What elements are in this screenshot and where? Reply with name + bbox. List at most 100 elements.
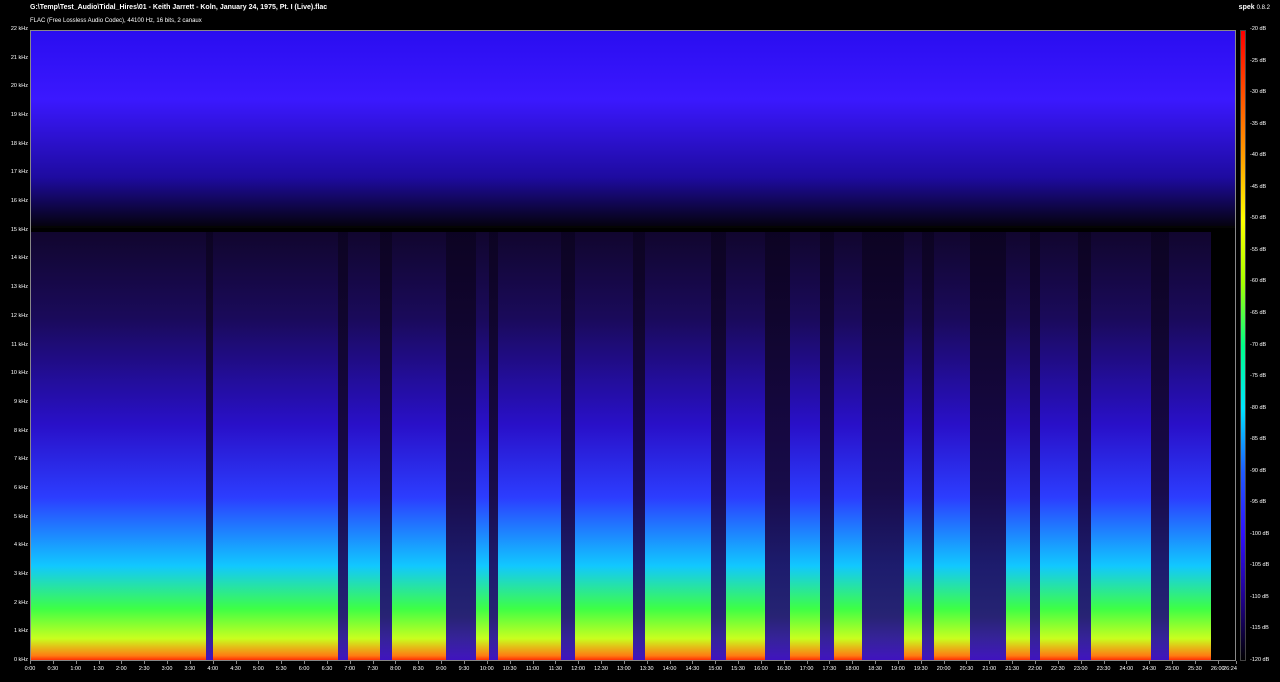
db-label: -30 dB xyxy=(1250,89,1267,96)
time-label: 16:30 xyxy=(776,666,791,672)
quiet-band xyxy=(861,232,904,660)
time-tick xyxy=(212,661,214,664)
time-label: 25:30 xyxy=(1187,666,1202,672)
db-label: -75 dB xyxy=(1250,373,1267,380)
app-brand: spek 0.8.2 xyxy=(1239,4,1270,11)
frequency-label: 1 kHz xyxy=(13,628,28,635)
frequency-label: 2 kHz xyxy=(13,599,28,606)
spectrogram-plot[interactable] xyxy=(30,30,1236,661)
quiet-band xyxy=(560,232,576,660)
frequency-label: 21 kHz xyxy=(10,54,28,61)
db-label: -115 dB xyxy=(1250,625,1269,632)
app-name: spek xyxy=(1238,4,1255,11)
time-label: 1:30 xyxy=(93,666,104,672)
time-tick xyxy=(1035,661,1036,664)
time-tick xyxy=(52,661,54,664)
time-label: 11:30 xyxy=(548,666,563,672)
time-label: 13:30 xyxy=(639,666,654,672)
time-label: 9:00 xyxy=(435,666,447,672)
time-tick xyxy=(281,661,283,664)
time-label: 9:30 xyxy=(458,666,470,672)
time-label: 19:00 xyxy=(891,666,905,672)
time-tick xyxy=(989,661,991,664)
quiet-band xyxy=(1150,232,1169,660)
time-label: 4:00 xyxy=(207,666,219,672)
frequency-label: 7 kHz xyxy=(13,456,28,463)
time-tick xyxy=(1217,661,1219,664)
time-label: 5:30 xyxy=(275,666,287,672)
time-label: 23:00 xyxy=(1073,666,1088,672)
time-label: 21:30 xyxy=(1005,666,1020,672)
quiet-band xyxy=(488,232,499,660)
time-tick xyxy=(532,661,534,664)
time-label: 15:30 xyxy=(731,666,745,672)
stream-info: FLAC (Free Lossless Audio Codec), 44100 … xyxy=(30,18,202,24)
frequency-label: 17 kHz xyxy=(10,169,28,176)
frequency-label: 8 kHz xyxy=(13,427,28,434)
time-tick xyxy=(509,661,511,664)
time-label: 8:30 xyxy=(412,666,424,672)
frequency-label: 11 kHz xyxy=(11,341,28,348)
time-label: 18:00 xyxy=(845,666,860,672)
time-label: 16:00 xyxy=(754,666,768,672)
time-label: 14:00 xyxy=(662,666,677,672)
time-label: 20:00 xyxy=(936,666,951,672)
db-label: -90 dB xyxy=(1250,467,1267,474)
time-tick xyxy=(623,661,625,664)
quiet-band xyxy=(765,232,790,660)
quiet-band xyxy=(711,232,726,660)
frequency-label: 15 kHz xyxy=(10,226,28,233)
frequency-label: 9 kHz xyxy=(13,398,28,405)
db-label: -100 dB xyxy=(1250,530,1270,537)
time-tick xyxy=(578,661,580,664)
time-tick xyxy=(1172,661,1174,664)
frequency-label: 4 kHz xyxy=(13,542,28,549)
quiet-band xyxy=(446,232,477,660)
time-label: 10:00 xyxy=(479,666,494,672)
time-label: 19:30 xyxy=(913,666,928,672)
time-label: 5:00 xyxy=(253,666,264,672)
frequency-label: 10 kHz xyxy=(10,370,28,377)
time-tick xyxy=(783,661,785,664)
time-tick xyxy=(1194,661,1196,664)
time-tick xyxy=(875,661,877,664)
time-tick xyxy=(418,661,420,664)
db-label: -50 dB xyxy=(1250,215,1267,222)
time-label: 7:00 xyxy=(344,666,356,672)
quiet-band xyxy=(1078,232,1091,660)
time-tick xyxy=(1103,661,1105,664)
time-label: 20:30 xyxy=(959,666,974,672)
time-tick xyxy=(1236,661,1237,664)
time-label: 8:00 xyxy=(390,666,401,672)
app-version: 0.8.2 xyxy=(1256,5,1270,11)
time-label: 14:30 xyxy=(685,666,700,672)
time-label: 18:30 xyxy=(868,666,882,672)
time-tick xyxy=(943,661,945,664)
db-label: -70 dB xyxy=(1250,341,1267,348)
time-label: 2:00 xyxy=(116,666,127,672)
time-label: 4:30 xyxy=(230,666,241,672)
frequency-label: 6 kHz xyxy=(13,484,28,491)
db-label: -120 dB xyxy=(1250,657,1270,663)
frequency-label: 18 kHz xyxy=(10,140,28,147)
db-label: -85 dB xyxy=(1250,436,1267,443)
time-tick xyxy=(760,661,762,664)
frequency-label: 5 kHz xyxy=(13,513,28,520)
quiet-band xyxy=(970,232,1007,660)
quiet-band xyxy=(921,232,934,660)
time-label: 1:00 xyxy=(70,666,82,672)
db-label: -20 dB xyxy=(1250,26,1267,32)
time-tick xyxy=(692,661,694,664)
db-label: -40 dB xyxy=(1250,152,1267,159)
time-label: 2:30 xyxy=(138,666,150,672)
time-label: 12:30 xyxy=(594,666,608,672)
time-tick xyxy=(897,661,899,664)
time-tick xyxy=(167,661,169,664)
time-label: 3:00 xyxy=(161,666,173,672)
time-tick xyxy=(235,661,237,664)
time-label: 0:30 xyxy=(47,666,59,672)
time-tick xyxy=(258,661,260,664)
quiet-band xyxy=(338,232,348,660)
frequency-label: 3 kHz xyxy=(13,570,28,577)
time-label: 6:00 xyxy=(298,666,310,672)
